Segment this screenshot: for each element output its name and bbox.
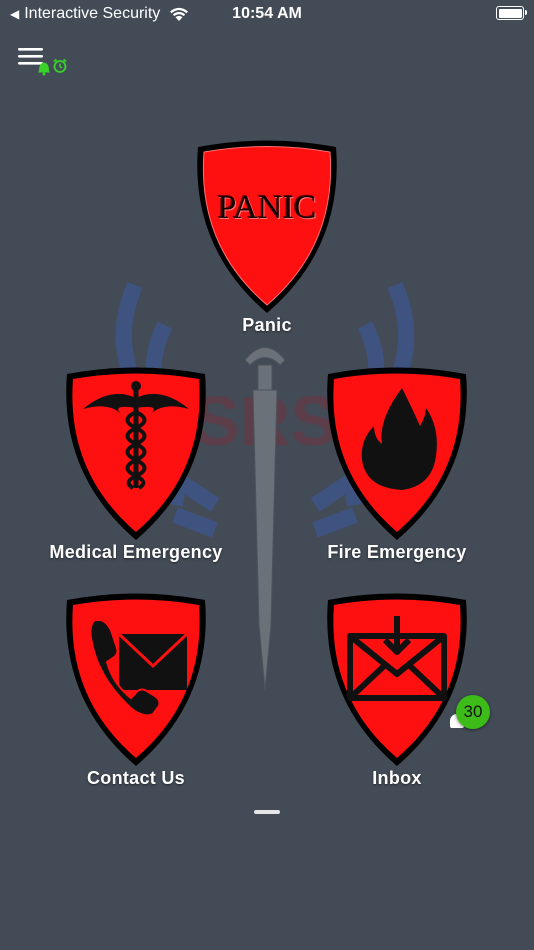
panic-label: Panic <box>242 315 292 335</box>
menu-button[interactable] <box>18 46 70 76</box>
inbox-tile[interactable]: 30 Inbox <box>297 590 497 789</box>
fire-emergency-label: Fire Emergency <box>327 542 467 562</box>
alarm-clock-icon <box>53 58 67 73</box>
contact-shield-icon <box>66 593 206 766</box>
medical-emergency-label: Medical Emergency <box>49 542 223 562</box>
contact-us-label: Contact Us <box>86 768 185 788</box>
contact-us-tile[interactable]: Contact Us <box>36 590 236 789</box>
hamburger-icon <box>18 48 43 65</box>
status-bar: ◀ Interactive Security 10:54 AM <box>0 0 534 28</box>
fire-emergency-tile[interactable]: Fire Emergency <box>297 364 497 563</box>
panic-shield-text: PANIC <box>217 189 317 226</box>
medical-shield-icon <box>66 367 206 540</box>
panic-tile[interactable]: PANIC Panic <box>167 137 367 336</box>
fire-shield-icon <box>327 367 467 540</box>
inbox-shield-icon <box>327 593 467 766</box>
page-indicator <box>254 810 280 814</box>
battery-icon <box>496 6 527 20</box>
medical-emergency-tile[interactable]: Medical Emergency <box>36 364 236 563</box>
inbox-label: Inbox <box>372 768 422 788</box>
inbox-unread-badge: 30 <box>456 695 490 729</box>
status-time: 10:54 AM <box>232 5 302 22</box>
